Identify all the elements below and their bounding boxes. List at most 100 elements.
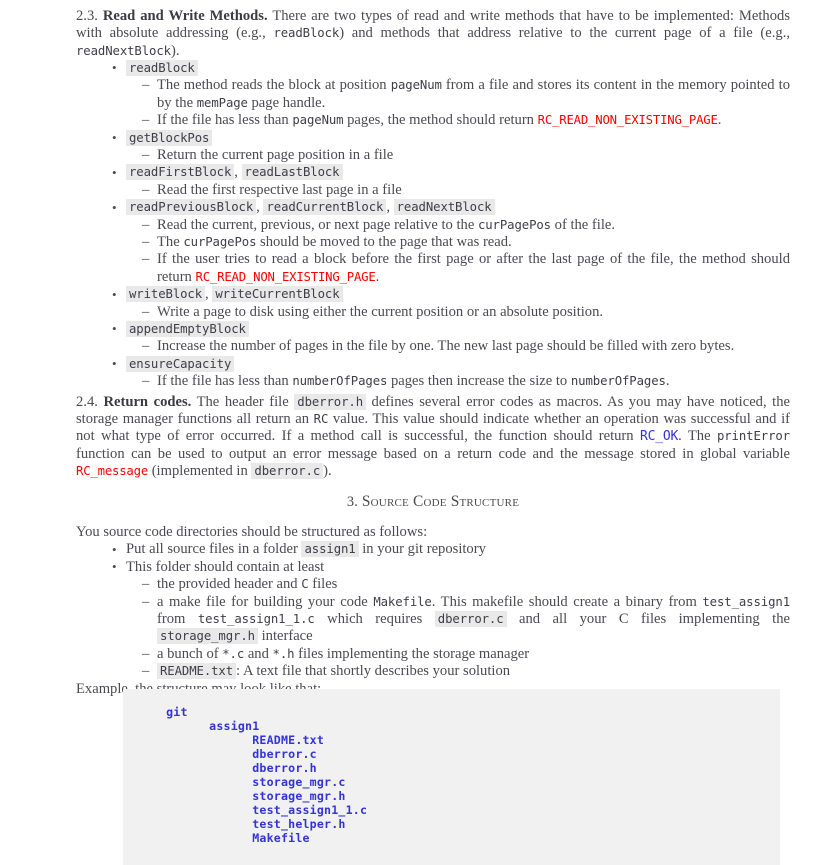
method-detail-item: The curPagePos should be moved to the pa… bbox=[76, 233, 790, 252]
method-detail-list: Read the current, previous, or next page… bbox=[76, 217, 790, 287]
text-run: Write a page to disk using either the cu… bbox=[157, 303, 604, 320]
text-run: a bunch of bbox=[157, 645, 223, 662]
inline-mono-curpagepos: curPagePos bbox=[477, 217, 551, 232]
text-run: Read the current, previous, or next page… bbox=[157, 216, 478, 233]
inline-code-dberror-h: dberror.h bbox=[294, 393, 366, 410]
method-list-item: writeBlock, writeCurrentBlock bbox=[76, 286, 790, 303]
source-structure-item: This folder should contain at least bbox=[76, 558, 790, 576]
method-detail-item: Return the current page position in a fi… bbox=[76, 146, 790, 165]
method-name-readblock: readBlock bbox=[126, 59, 198, 76]
method-detail-item: Read the current, previous, or next page… bbox=[76, 216, 790, 235]
text-run: The bbox=[157, 233, 184, 250]
text-run: Read the first respective last page in a… bbox=[157, 181, 402, 198]
text-run: . bbox=[665, 373, 670, 390]
source-structure-subitem: README.txt: A text file that shortly des… bbox=[76, 663, 790, 681]
method-detail-item: Increase the number of pages in the file… bbox=[76, 338, 790, 356]
section-3-intro: You source code directories should be st… bbox=[76, 524, 428, 541]
document-content: 2.3. Read and Write Methods. There are t… bbox=[76, 8, 790, 698]
section-3-heading: 3. Source Code Structure bbox=[76, 493, 790, 511]
method-detail-list: If the file has less than numberOfPages … bbox=[76, 373, 790, 391]
inline-code-readnextblock: readNextBlock bbox=[76, 43, 171, 58]
method-detail-list: Read the first respective last page in a… bbox=[76, 181, 790, 200]
directory-tree-text: git assign1 README.txt dberror.c dberror… bbox=[166, 705, 368, 846]
source-structure-subitem: a bunch of *.c and *.h files implementin… bbox=[76, 645, 790, 664]
source-structure-list: Put all source files in a folder assign1… bbox=[76, 541, 790, 576]
inline-mono--h: *.h bbox=[272, 646, 295, 661]
text-run: pages then increase the size to bbox=[387, 373, 571, 390]
text-run: . This makefile should create a binary f… bbox=[431, 593, 703, 610]
section-2-4-paragraph: 2.4. Return codes. The header file dberr… bbox=[76, 393, 790, 480]
text-run: . bbox=[717, 112, 722, 129]
text-run: : A text file that shortly describes you… bbox=[236, 663, 511, 680]
method-list-item: getBlockPos bbox=[76, 129, 790, 147]
document-page: 2.3. Read and Write Methods. There are t… bbox=[0, 0, 839, 865]
method-detail-item: If the file has less than pageNum pages,… bbox=[76, 112, 790, 130]
text-run: of the file. bbox=[551, 216, 616, 233]
method-name-writeblock: writeBlock bbox=[126, 286, 206, 303]
section-2-4-title: Return codes. bbox=[103, 393, 192, 410]
inline-code-rc-ok: RC_OK bbox=[639, 429, 679, 445]
section-3-title: Source Code Structure bbox=[361, 493, 520, 511]
text-run: a make file for building your code bbox=[157, 593, 374, 610]
method-detail-item: Read the first respective last page in a… bbox=[76, 181, 790, 200]
method-list-item: ensureCapacity bbox=[76, 355, 790, 373]
method-name-readnextblock: readNextBlock bbox=[393, 199, 495, 216]
source-structure-item: Put all source files in a folder assign1… bbox=[76, 541, 790, 559]
inline-mono-curpagepos: curPagePos bbox=[183, 234, 257, 249]
text-run: Return the current page position in a fi… bbox=[157, 146, 394, 163]
method-name-readfirstblock: readFirstBlock bbox=[126, 164, 235, 181]
section-2-3-body-3: ). bbox=[170, 42, 180, 59]
inline-code-storage-mgr-h: storage_mgr.h bbox=[157, 628, 258, 645]
name-separator: , bbox=[386, 199, 394, 216]
text-run: If the file has less than bbox=[157, 112, 293, 129]
inline-code-rc-message: RC_message bbox=[76, 463, 149, 478]
text-run: the provided header and bbox=[157, 576, 302, 593]
source-structure-subitem: a make file for building your code Makef… bbox=[76, 594, 790, 646]
method-name-readlastblock: readLastBlock bbox=[241, 164, 343, 181]
name-separator: , bbox=[234, 164, 242, 181]
inline-mono-mempage: memPage bbox=[196, 95, 248, 110]
section-2-4-number: 2.4. bbox=[76, 393, 98, 410]
method-name-writecurrentblock: writeCurrentBlock bbox=[212, 286, 343, 303]
inline-mono-numberofpages: numberOfPages bbox=[570, 374, 666, 389]
method-list-item: readFirstBlock, readLastBlock bbox=[76, 164, 790, 182]
method-detail-list: Return the current page position in a fi… bbox=[76, 146, 790, 165]
text-run: should be moved to the page that was rea… bbox=[256, 233, 512, 250]
method-list-item: readBlock bbox=[76, 59, 790, 77]
error-code-rc-read-non-existing-page: RC_READ_NON_EXISTING_PAGE bbox=[195, 269, 376, 284]
text-run: and bbox=[244, 645, 273, 662]
directory-tree-codeblock: git assign1 README.txt dberror.c dberror… bbox=[123, 689, 780, 865]
text-run: which requires bbox=[314, 611, 435, 628]
inline-code-printerror: printError bbox=[716, 429, 790, 444]
inline-mono-test-assign1: test_assign1 bbox=[702, 594, 790, 609]
source-structure-sublist: the provided header and C filesa make fi… bbox=[76, 576, 790, 681]
section-2-3-number: 2.3. bbox=[76, 8, 98, 24]
rc-text-7: ). bbox=[323, 462, 332, 479]
method-list: readBlockThe method reads the block at p… bbox=[76, 59, 790, 391]
inline-code-readme-txt: README.txt bbox=[157, 663, 237, 680]
section-2-3-paragraph: 2.3. Read and Write Methods. There are t… bbox=[76, 8, 790, 60]
method-list-item: readPreviousBlock, readCurrentBlock, rea… bbox=[76, 199, 790, 216]
text-run: files bbox=[308, 576, 338, 593]
inline-mono-makefile: Makefile bbox=[373, 594, 432, 609]
text-run: pages, the method should return bbox=[343, 112, 538, 129]
text-run: page handle. bbox=[247, 94, 326, 111]
method-detail-item: If the file has less than numberOfPages … bbox=[76, 373, 790, 391]
inline-mono-test-assign1-1-c: test_assign1_1.c bbox=[197, 612, 315, 627]
method-detail-item: Write a page to disk using either the cu… bbox=[76, 303, 790, 322]
inline-mono-pagenum: pageNum bbox=[390, 78, 442, 93]
method-name-appendemptyblock: appendEmptyBlock bbox=[126, 320, 249, 337]
text-run: . bbox=[375, 268, 380, 285]
method-detail-item: The method reads the block at position p… bbox=[76, 77, 790, 112]
method-detail-list: Write a page to disk using either the cu… bbox=[76, 303, 790, 322]
source-structure-subitem: the provided header and C files bbox=[76, 576, 790, 594]
text-run: from bbox=[157, 611, 198, 628]
rc-text-4: . The bbox=[678, 428, 717, 445]
text-run: If the file has less than bbox=[157, 373, 293, 390]
text-run: This folder should contain at least bbox=[126, 558, 325, 575]
text-run: interface bbox=[257, 628, 313, 645]
inline-code-dberror-c: dberror.c bbox=[434, 611, 507, 628]
inline-mono-pagenum: pageNum bbox=[292, 113, 344, 128]
method-detail-list: Increase the number of pages in the file… bbox=[76, 338, 790, 356]
error-code-rc-read-non-existing-page: RC_READ_NON_EXISTING_PAGE bbox=[537, 113, 718, 128]
